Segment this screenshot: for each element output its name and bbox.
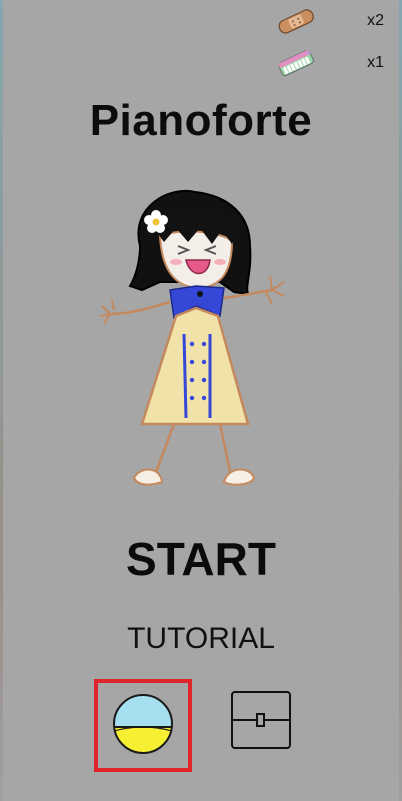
start-button[interactable]: START xyxy=(0,532,402,586)
tutorial-button[interactable]: TUTORIAL xyxy=(0,622,402,656)
inventory-item-toy-piano: x1 xyxy=(274,48,384,78)
toy-piano-count: x1 xyxy=(367,54,384,71)
chest-icon[interactable] xyxy=(230,690,292,752)
ball-button[interactable] xyxy=(94,679,192,772)
game-title: Pianoforte xyxy=(89,96,313,145)
ball-icon xyxy=(113,694,173,754)
bandage-item-icon xyxy=(278,9,314,34)
bandage-count: x2 xyxy=(367,12,384,29)
character-illustration xyxy=(100,190,285,486)
game-screen: x2 x1 Pianoforte START TUTORIAL xyxy=(0,0,402,801)
toy-piano-item-icon xyxy=(278,49,314,77)
inventory-item-bandage: x2 xyxy=(274,6,384,36)
